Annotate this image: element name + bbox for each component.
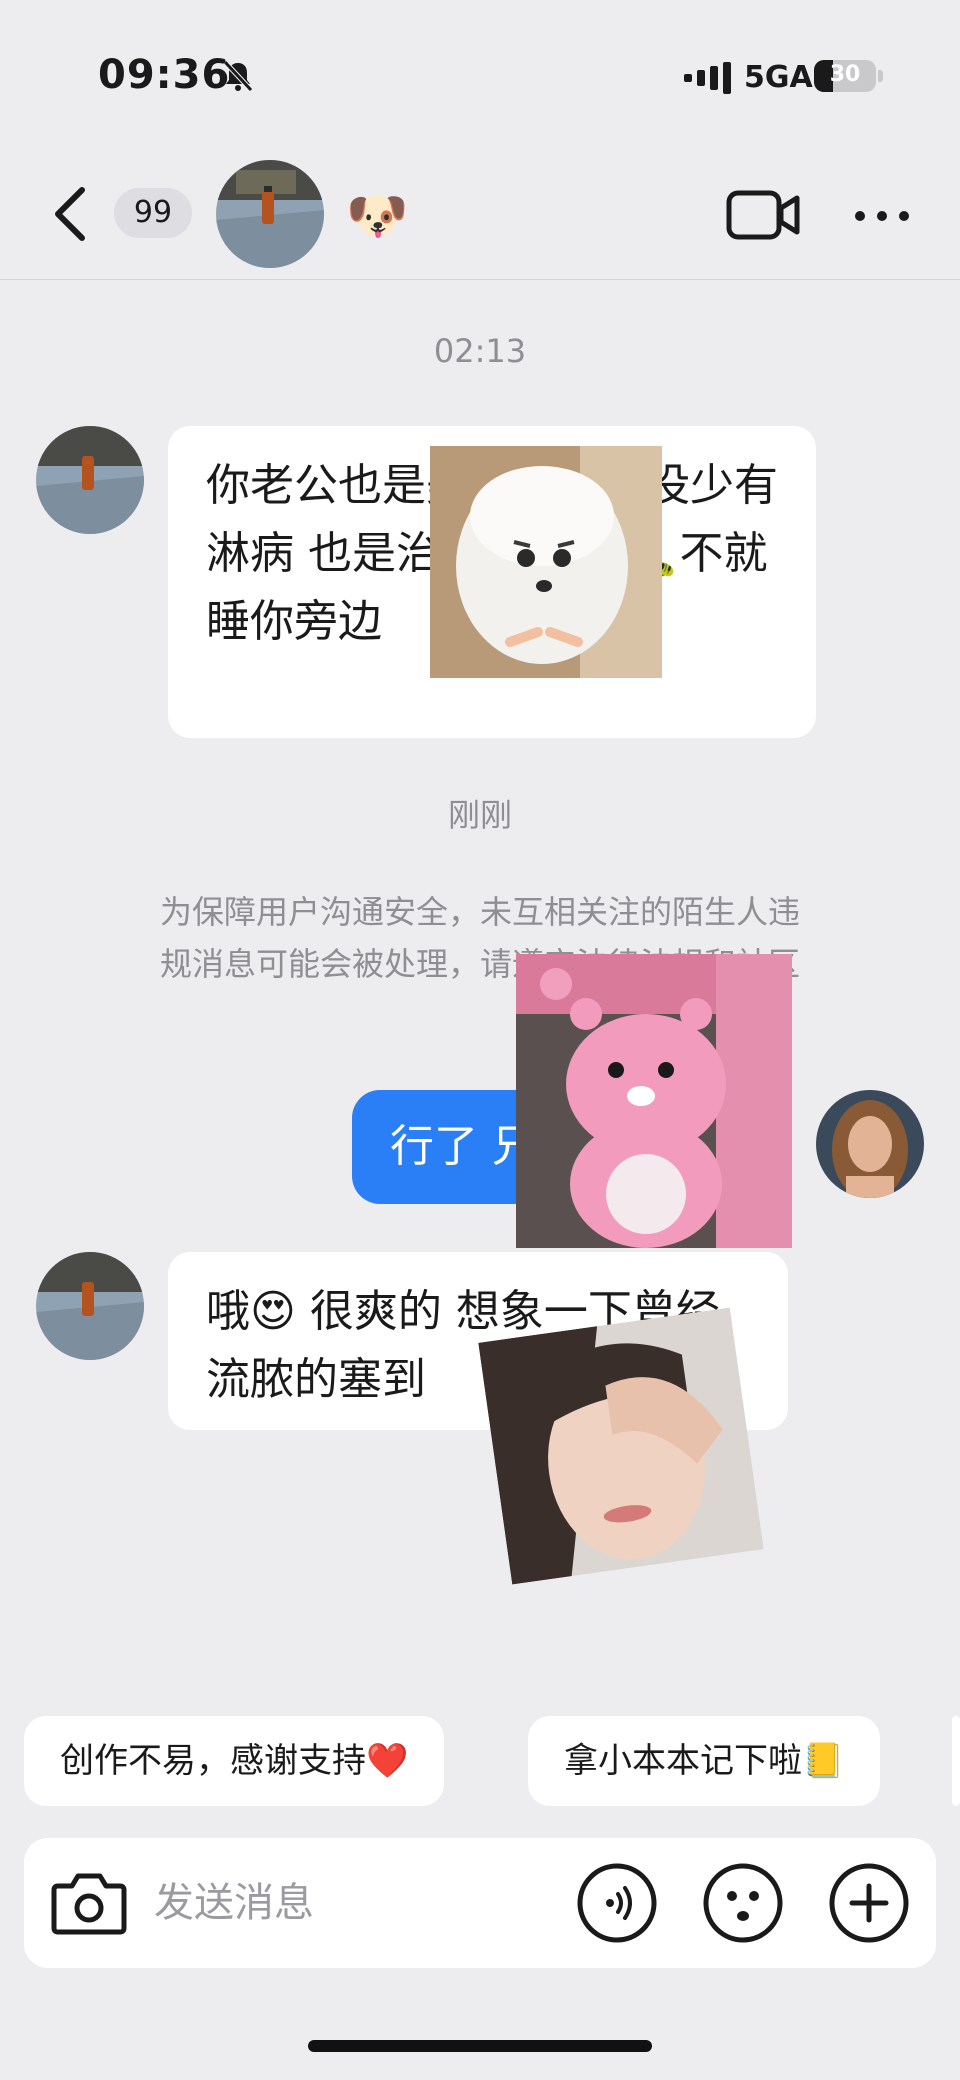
face-cover-sticker[interactable]	[478, 1307, 764, 1585]
quick-reply-chip-partial[interactable]	[952, 1716, 960, 1806]
video-call-icon[interactable]	[726, 188, 800, 242]
message-timestamp: 02:13	[433, 332, 527, 370]
status-bar: 09:36 5GA 30	[0, 0, 960, 150]
bell-muted-icon	[223, 60, 253, 92]
contact-avatar-image	[216, 160, 324, 268]
quick-reply-chip[interactable]: 创作不易，感谢支持❤️	[24, 1716, 445, 1806]
contact-avatar[interactable]	[216, 160, 324, 268]
plus-icon[interactable]	[828, 1862, 910, 1944]
unread-count-badge[interactable]: 99	[114, 188, 192, 238]
more-icon[interactable]	[852, 208, 912, 224]
quick-reply-chip[interactable]: 拿小本本记下啦📒	[528, 1716, 881, 1806]
pink-beaver-sticker[interactable]	[516, 954, 792, 1248]
chat-header: 99 🐶	[0, 150, 960, 280]
battery-icon: 30	[814, 60, 876, 92]
message-input[interactable]	[154, 1868, 574, 1938]
contact-name-emoji: 🐶	[346, 187, 409, 245]
pink-beaver-sticker-image	[516, 954, 792, 1248]
home-indicator[interactable]	[308, 2040, 652, 2052]
battery-tip	[878, 70, 883, 82]
sender-avatar-image-2	[36, 1252, 144, 1360]
dog-sticker-image	[430, 446, 662, 678]
voice-icon[interactable]	[576, 1862, 658, 1944]
sender-avatar[interactable]	[36, 426, 144, 534]
sender-avatar-image	[36, 426, 144, 534]
signal-icon	[684, 62, 731, 94]
message-input-bar	[24, 1838, 936, 1968]
back-chevron-icon[interactable]	[48, 182, 92, 246]
camera-icon[interactable]	[50, 1866, 128, 1938]
sent-message-text: 行了 兄	[390, 1121, 536, 1172]
battery-level: 30	[829, 62, 861, 87]
my-avatar[interactable]	[816, 1090, 924, 1198]
message-timestamp-recent: 刚刚	[447, 796, 512, 834]
my-avatar-image	[816, 1090, 924, 1198]
dog-sticker[interactable]	[430, 446, 662, 678]
network-type: 5GA	[744, 60, 813, 95]
status-time: 09:36	[98, 52, 231, 98]
sender-avatar-2[interactable]	[36, 1252, 144, 1360]
face-cover-sticker-image	[478, 1307, 764, 1585]
emoji-icon[interactable]	[702, 1862, 784, 1944]
chat-screen: 09:36 5GA 30 99 🐶 02:13 你老公也是美国 没少有淋病 🐛不…	[0, 0, 960, 2080]
